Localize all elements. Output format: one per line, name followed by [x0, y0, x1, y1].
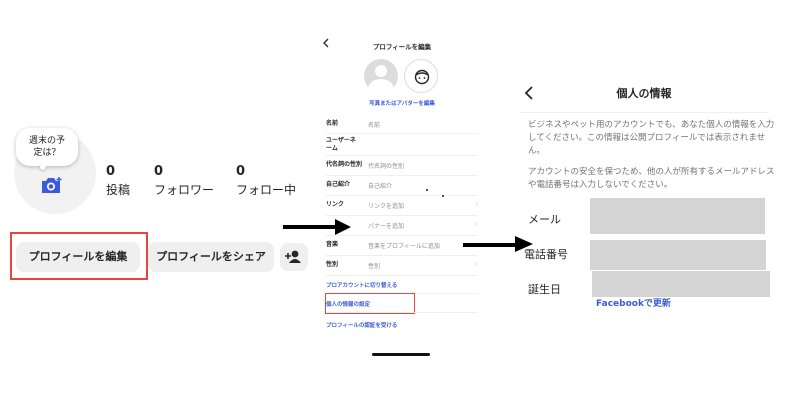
chevron-right-icon: ›: [475, 260, 478, 268]
field-banner[interactable]: バナーを追加 ›: [326, 216, 478, 236]
email-field[interactable]: [590, 198, 765, 234]
personal-info-settings-link[interactable]: 個人の情報の設定: [326, 300, 370, 308]
add-person-icon: [285, 250, 301, 263]
switch-pro-account-row[interactable]: プロアカウントに切り替える: [326, 277, 478, 294]
edit-avatar-link[interactable]: 写真またはアバターを編集: [346, 99, 458, 107]
field-music[interactable]: 音楽 音楽をプロフィールに追加 ›: [326, 236, 478, 256]
stat-posts-count: 0: [106, 164, 116, 179]
note-bubble-text: 週末の予定は？: [28, 136, 65, 158]
verification-row[interactable]: プロフィールの認証を受ける: [326, 313, 478, 334]
stat-following-label: フォロー中: [236, 183, 297, 197]
field-bio[interactable]: 自己紹介 自己紹介: [326, 176, 478, 196]
avatar-option[interactable]: [404, 59, 438, 93]
facebook-update-link[interactable]: Facebookで更新: [596, 296, 671, 309]
home-indicator: [372, 353, 430, 356]
avatar-face-icon: [414, 69, 430, 85]
field-links-label: リンク: [326, 201, 345, 208]
personal-info-description: ビジネスやペット用のアカウントでも、あなた個人の情報を入力してください。この情報…: [528, 120, 775, 156]
phone-label: 電話番号: [524, 248, 568, 261]
chevron-right-icon: ›: [475, 200, 478, 208]
stat-following[interactable]: 0 フォロー中: [236, 164, 296, 198]
field-name[interactable]: 名前 名前: [326, 116, 478, 134]
field-pronouns-value: 代名詞の性別: [368, 163, 405, 170]
field-bio-value: 自己紹介: [368, 183, 393, 190]
personal-info-settings-row[interactable]: 個人の情報の設定: [326, 294, 478, 313]
switch-pro-account-link[interactable]: プロアカウントに切り替える: [326, 281, 397, 289]
personal-info-title: 個人の情報: [616, 87, 672, 100]
field-gender[interactable]: 性別 性別 ›: [326, 256, 478, 276]
edit-profile-title: プロフィールを編集: [372, 43, 432, 51]
stat-followers[interactable]: 0 フォロワー: [154, 164, 214, 198]
edit-profile-panel: プロフィールを編集 写真またはアバターを編集 名前 名前 ユーザーネーム 代名詞…: [320, 0, 484, 400]
birthday-field[interactable]: [592, 271, 770, 297]
field-bio-label: 自己紹介: [326, 181, 351, 188]
email-label: メール: [528, 213, 561, 226]
field-links[interactable]: リンク リンクを追加 ›: [326, 196, 478, 216]
personal-info-safety-note: アカウントの安全を保つため、他の人が所有するメールアドレスや電話番号は入力しない…: [528, 167, 775, 190]
birthday-label: 誕生日: [528, 283, 561, 296]
field-username-label: ユーザーネーム: [326, 137, 356, 152]
discover-people-button[interactable]: [280, 243, 308, 271]
person-silhouette-body: [368, 79, 394, 93]
stat-following-count: 0: [236, 164, 246, 179]
decorative-dot: [426, 189, 428, 191]
field-name-label: 名前: [326, 120, 339, 127]
edit-profile-button[interactable]: プロフィールを編集: [16, 242, 140, 272]
field-music-value: 音楽をプロフィールに追加: [368, 243, 440, 250]
stat-posts[interactable]: 0 投稿: [106, 164, 130, 198]
field-pronouns-label: 代名詞の性別: [326, 161, 363, 168]
stat-followers-count: 0: [154, 164, 164, 179]
field-pronouns[interactable]: 代名詞の性別 代名詞の性別: [326, 156, 478, 176]
phone-field[interactable]: [590, 240, 766, 270]
field-name-value: 名前: [368, 122, 381, 129]
field-banner-value: バナーを追加: [368, 223, 405, 230]
share-profile-button[interactable]: プロフィールをシェア: [148, 242, 274, 272]
add-photo-camera-icon[interactable]: [40, 176, 62, 194]
chevron-right-icon: ›: [475, 220, 478, 228]
stat-posts-label: 投稿: [106, 183, 131, 197]
note-bubble[interactable]: 週末の予定は？: [16, 128, 78, 166]
person-silhouette-head: [375, 65, 387, 77]
profile-photo[interactable]: [364, 59, 398, 93]
note-bubble-tail: [40, 164, 46, 170]
stat-followers-label: フォロワー: [154, 183, 215, 197]
personal-info-panel: 個人の情報 ビジネスやペット用のアカウントでも、あなた個人の情報を入力してくださ…: [520, 0, 800, 400]
field-gender-label: 性別: [326, 261, 339, 268]
field-links-value: リンクを追加: [368, 203, 405, 210]
field-music-label: 音楽: [326, 241, 339, 248]
field-gender-value: 性別: [368, 263, 381, 270]
field-username[interactable]: ユーザーネーム: [326, 134, 478, 156]
profile-panel: 週末の予定は？ 0 投稿 0 フォロワー 0 フォロー中 プロフィールを編集 プ…: [0, 0, 310, 400]
verification-link[interactable]: プロフィールの認証を受ける: [326, 321, 397, 329]
header-divider: [520, 112, 768, 113]
decorative-dot: [442, 195, 444, 197]
